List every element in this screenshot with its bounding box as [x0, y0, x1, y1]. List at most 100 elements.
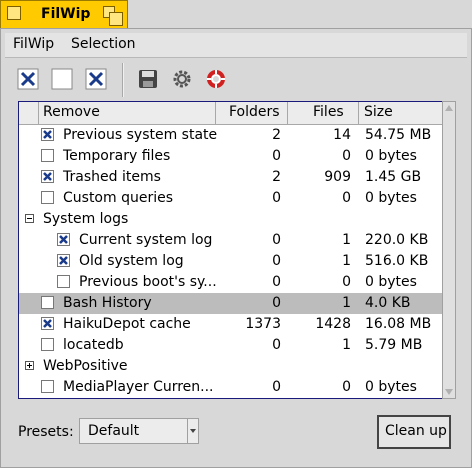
window-title-tab[interactable]: FilWip: [0, 0, 128, 28]
toolbar-separator: [122, 63, 124, 97]
group-label: System logs: [43, 211, 129, 227]
list-item[interactable]: Current system log 0 1 220.0 KB: [19, 230, 442, 251]
size-value: 0 bytes: [365, 379, 417, 395]
remove-checkbox[interactable]: [57, 275, 70, 288]
folders-count: 0: [272, 295, 281, 311]
column-separator[interactable]: [287, 102, 288, 124]
column-size[interactable]: Size: [364, 104, 393, 120]
size-value: 0 bytes: [365, 274, 417, 290]
list-item[interactable]: Bash History 0 1 4.0 KB: [19, 293, 442, 314]
column-separator[interactable]: [38, 102, 39, 124]
select-all-icon[interactable]: [17, 68, 39, 90]
list-item[interactable]: locatedb 0 1 5.79 MB: [19, 335, 442, 356]
group-label: WebPositive: [43, 358, 128, 374]
scroll-down-arrow-icon[interactable]: [445, 389, 453, 395]
column-separator[interactable]: [215, 102, 216, 124]
files-count: 1: [342, 253, 351, 269]
files-count: 1428: [315, 316, 351, 332]
item-name: Old system log: [79, 253, 184, 269]
scroll-up-arrow-icon[interactable]: [445, 105, 453, 111]
remove-checkbox[interactable]: [41, 149, 54, 162]
list-item[interactable]: Custom queries 0 0 0 bytes: [19, 188, 442, 209]
window-title: FilWip: [41, 6, 91, 22]
collapse-icon[interactable]: [25, 214, 34, 223]
folders-count: 0: [272, 337, 281, 353]
list-item[interactable]: Previous boot's sy... 0 0 0 bytes: [19, 272, 442, 293]
presets-dropdown[interactable]: Default: [79, 418, 199, 444]
list-header: Remove Folders Files Size: [19, 102, 442, 125]
dropdown-arrow-icon: [187, 419, 198, 443]
item-name: Bash History: [63, 295, 152, 311]
expand-icon[interactable]: [25, 361, 34, 370]
column-separator[interactable]: [358, 102, 359, 124]
files-count: 14: [333, 127, 351, 143]
size-value: 54.75 MB: [365, 127, 432, 143]
size-value: 0 bytes: [365, 190, 417, 206]
folders-count: 2: [272, 169, 281, 185]
size-value: 0 bytes: [365, 148, 417, 164]
folders-count: 0: [272, 232, 281, 248]
files-count: 0: [342, 190, 351, 206]
folders-count: 0: [272, 379, 281, 395]
size-value: 5.79 MB: [365, 337, 423, 353]
item-name: locatedb: [63, 337, 124, 353]
main-window: FilWip Selection Remove Folders Files Si…: [0, 28, 472, 468]
folders-count: 0: [272, 148, 281, 164]
invert-selection-icon[interactable]: [85, 68, 107, 90]
list-group-row[interactable]: WebPositive: [19, 356, 442, 377]
item-name: Previous boot's sy...: [79, 274, 217, 290]
size-value: 4.0 KB: [365, 295, 411, 311]
cleanup-list[interactable]: Remove Folders Files Size Previous syste…: [18, 101, 443, 399]
list-item[interactable]: HaikuDepot cache 1373 1428 16.08 MB: [19, 314, 442, 335]
files-count: 0: [342, 379, 351, 395]
column-remove[interactable]: Remove: [43, 104, 100, 120]
remove-checkbox[interactable]: [57, 233, 70, 246]
remove-checkbox[interactable]: [41, 170, 54, 183]
list-item[interactable]: Previous system state 2 14 54.75 MB: [19, 125, 442, 146]
list-item[interactable]: Temporary files 0 0 0 bytes: [19, 146, 442, 167]
size-value: 220.0 KB: [365, 232, 429, 248]
menu-filwip[interactable]: FilWip: [13, 36, 54, 52]
clean-up-button-label: Clean up: [385, 423, 447, 439]
list-item[interactable]: Trashed items 2 909 1.45 GB: [19, 167, 442, 188]
list-item[interactable]: MediaPlayer Curren... 0 0 0 bytes: [19, 377, 442, 398]
files-count: 1: [342, 295, 351, 311]
remove-checkbox[interactable]: [41, 380, 54, 393]
size-value: 16.08 MB: [365, 316, 432, 332]
presets-value: Default: [88, 423, 140, 439]
files-count: 1: [342, 337, 351, 353]
remove-checkbox[interactable]: [41, 317, 54, 330]
list-item[interactable]: Old system log 0 1 516.0 KB: [19, 251, 442, 272]
list-scrollbar[interactable]: [442, 101, 456, 399]
menu-selection[interactable]: Selection: [71, 36, 136, 52]
remove-checkbox[interactable]: [41, 191, 54, 204]
files-count: 1: [342, 232, 351, 248]
presets-label: Presets:: [18, 424, 74, 440]
item-name: Previous system state: [63, 127, 218, 143]
item-name: Trashed items: [63, 169, 161, 185]
list-group-row[interactable]: System logs: [19, 209, 442, 230]
item-name: Temporary files: [63, 148, 171, 164]
item-name: Current system log: [79, 232, 213, 248]
remove-checkbox[interactable]: [41, 128, 54, 141]
column-files[interactable]: Files: [313, 104, 344, 120]
clean-up-button[interactable]: Clean up: [377, 415, 451, 449]
settings-gear-icon[interactable]: [171, 68, 193, 90]
remove-checkbox[interactable]: [41, 296, 54, 309]
help-lifebuoy-icon[interactable]: [205, 68, 227, 90]
column-folders[interactable]: Folders: [229, 104, 280, 120]
folders-count: 1373: [245, 316, 281, 332]
zoom-window-icon[interactable]: [103, 6, 123, 26]
save-icon[interactable]: [137, 68, 159, 90]
size-value: 516.0 KB: [365, 253, 429, 269]
remove-checkbox[interactable]: [57, 254, 70, 267]
remove-checkbox[interactable]: [41, 338, 54, 351]
close-window-icon[interactable]: [7, 6, 21, 20]
size-value: 1.45 GB: [365, 169, 422, 185]
select-none-icon[interactable]: [51, 68, 73, 90]
files-count: 0: [342, 148, 351, 164]
menu-bar: FilWip Selection: [5, 33, 467, 58]
item-name: Custom queries: [63, 190, 174, 206]
files-count: 909: [324, 169, 351, 185]
folders-count: 2: [272, 127, 281, 143]
